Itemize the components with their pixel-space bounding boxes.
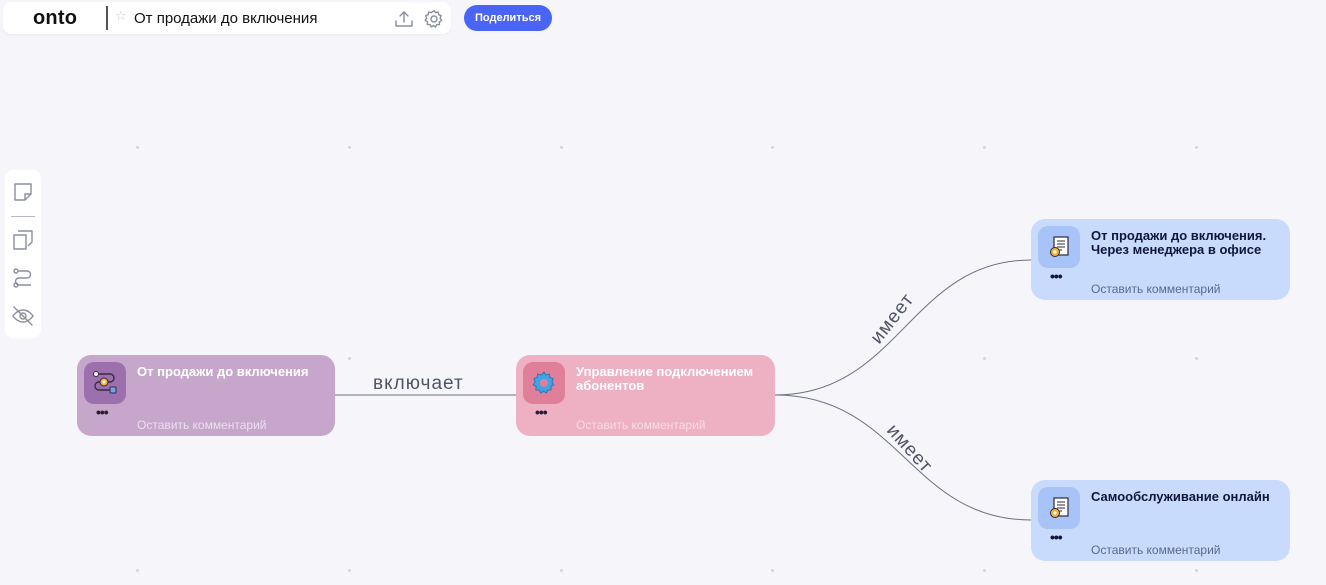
- node-self-service-online[interactable]: ••• Самообслуживание онлайн Оставить ком…: [1031, 480, 1290, 561]
- node-icon-box: [84, 362, 126, 404]
- gear-icon: [532, 371, 555, 394]
- node-comment-link[interactable]: Оставить комментарий: [1091, 282, 1221, 296]
- node-comment-link[interactable]: Оставить комментарий: [137, 418, 267, 432]
- process-flow-icon: [93, 371, 117, 394]
- node-menu-button[interactable]: •••: [96, 405, 109, 419]
- node-icon-box: [1038, 226, 1080, 268]
- document-gear-icon: [1050, 497, 1069, 518]
- node-via-manager-in-office[interactable]: ••• От продажи до включения. Через менед…: [1031, 219, 1290, 300]
- node-title[interactable]: От продажи до включения. Через менеджера…: [1091, 229, 1276, 257]
- node-title[interactable]: Управление подключением абонентов: [576, 365, 761, 393]
- node-comment-link[interactable]: Оставить комментарий: [576, 418, 706, 432]
- node-subscriber-management[interactable]: ••• Управление подключением абонентов Ос…: [516, 355, 775, 436]
- node-menu-button[interactable]: •••: [1050, 269, 1063, 283]
- node-title[interactable]: Самообслуживание онлайн: [1091, 490, 1276, 504]
- document-gear-icon: [1050, 236, 1069, 257]
- node-icon-box: [523, 362, 565, 404]
- node-sale-to-activation[interactable]: ••• От продажи до включения Оставить ком…: [77, 355, 335, 436]
- node-comment-link[interactable]: Оставить комментарий: [1091, 543, 1221, 557]
- node-menu-button[interactable]: •••: [1050, 530, 1063, 544]
- edge-line[interactable]: [774, 259, 1032, 396]
- node-icon-box: [1038, 487, 1080, 529]
- node-menu-button[interactable]: •••: [535, 405, 548, 419]
- edge-label-includes[interactable]: включает: [373, 373, 464, 395]
- node-title[interactable]: От продажи до включения: [137, 365, 322, 379]
